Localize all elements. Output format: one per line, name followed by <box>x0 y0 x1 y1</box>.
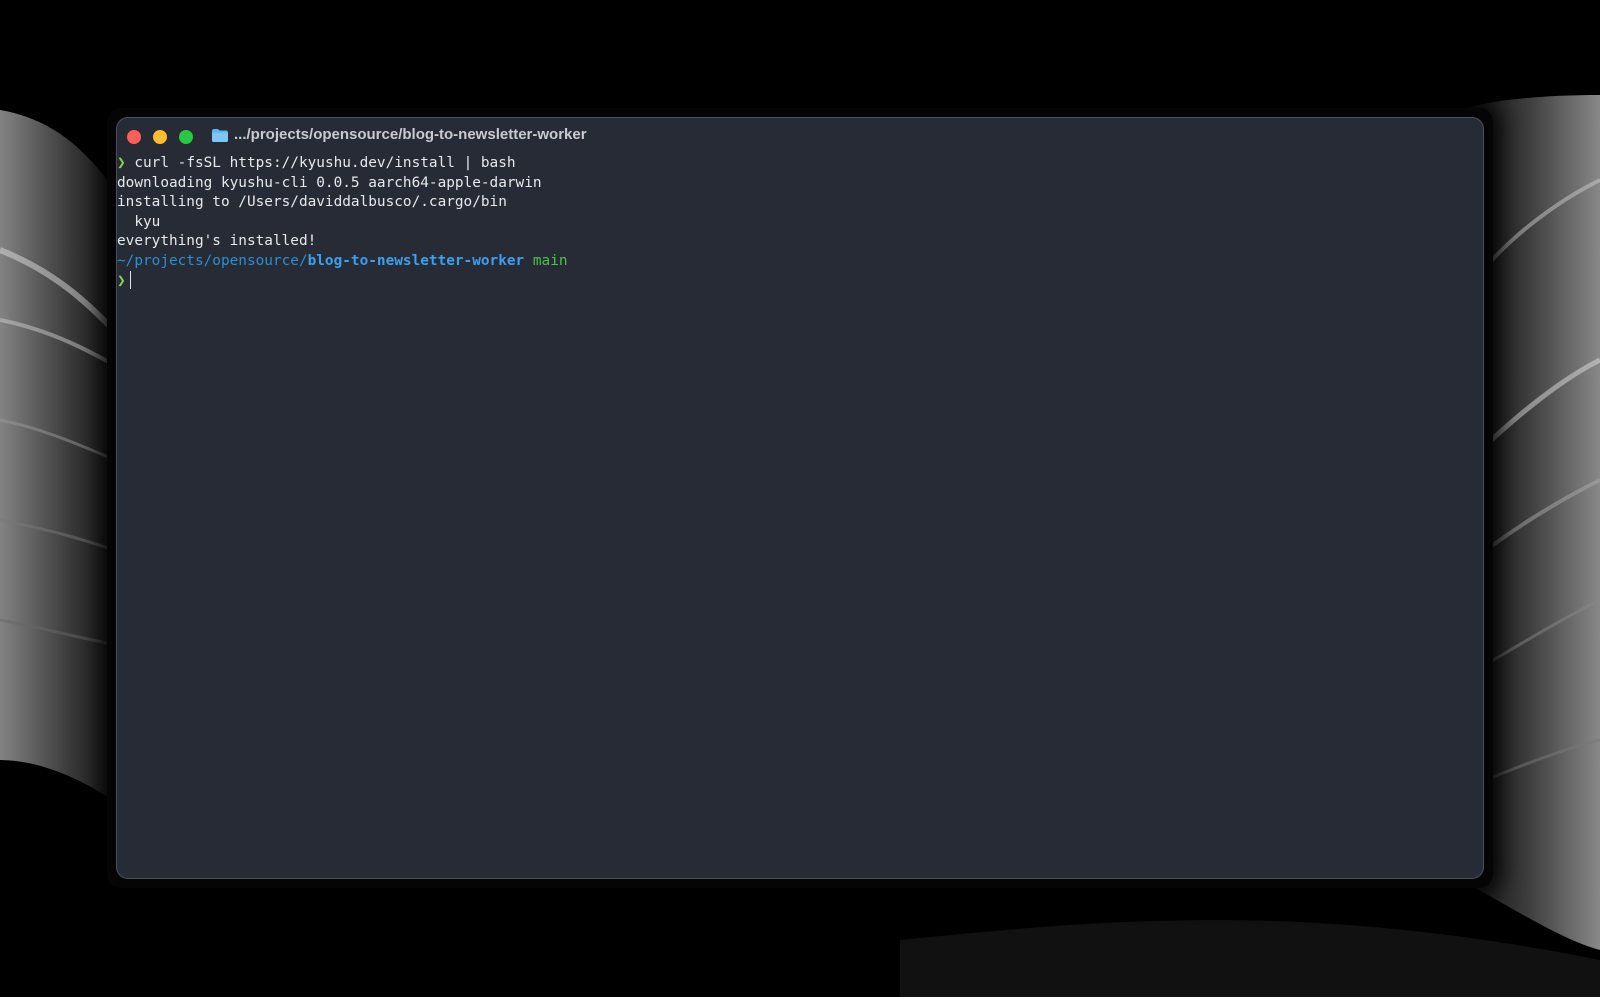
git-branch: main <box>524 252 568 269</box>
terminal-output[interactable]: ❯ curl -fsSL https://kyushu.dev/install … <box>117 154 1483 291</box>
cwd-prefix: ~/projects/opensource/ <box>117 252 308 269</box>
output-line: kyu <box>117 213 161 230</box>
title-bar[interactable]: .../projects/opensource/blog-to-newslett… <box>117 118 1483 154</box>
zoom-button[interactable] <box>179 130 193 144</box>
close-button[interactable] <box>127 130 141 144</box>
minimize-button[interactable] <box>153 130 167 144</box>
input-line[interactable]: ❯ <box>117 271 1483 291</box>
prompt-path-line: ~/projects/opensource/blog-to-newsletter… <box>117 252 1483 272</box>
window-title: .../projects/opensource/blog-to-newslett… <box>234 126 587 143</box>
cwd-directory: blog-to-newsletter-worker <box>307 252 525 269</box>
output-line: everything's installed! <box>117 233 317 249</box>
command-line: ❯ curl -fsSL https://kyushu.dev/install … <box>117 154 1483 174</box>
desktop: .../projects/opensource/blog-to-newslett… <box>0 0 1600 997</box>
output-line: downloading kyushu-cli 0.0.5 aarch64-app… <box>117 174 542 191</box>
output-line: installing to /Users/daviddalbusco/.carg… <box>117 194 507 210</box>
command-text: curl -fsSL https://kyushu.dev/install | … <box>125 155 516 171</box>
folder-icon <box>212 129 228 142</box>
prompt-arrow: ❯ <box>117 273 126 289</box>
prompt-arrow: ❯ <box>117 155 126 171</box>
terminal-window[interactable]: .../projects/opensource/blog-to-newslett… <box>116 117 1484 879</box>
text-cursor <box>129 271 131 289</box>
